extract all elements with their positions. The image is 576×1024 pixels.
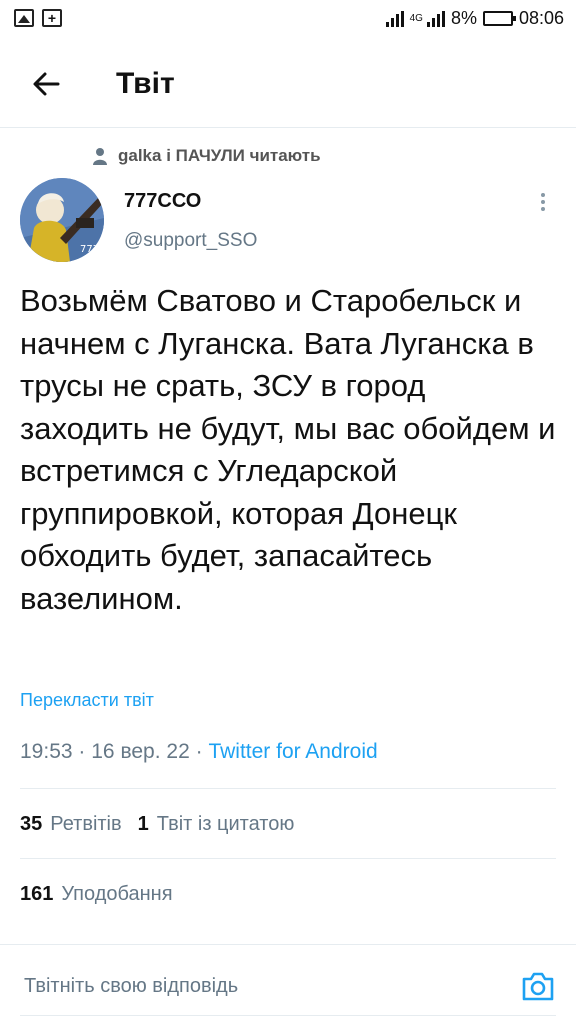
status-bar: + 4G 8% 08:06 <box>0 0 576 40</box>
add-notification-icon: + <box>42 9 62 27</box>
top-app-bar: Твіт <box>0 40 576 128</box>
tweet-date: 16 вер. 22 <box>91 740 190 763</box>
back-arrow-icon[interactable] <box>28 66 64 102</box>
author-avatar[interactable]: 777 <box>20 178 104 262</box>
author-handle[interactable]: @support_SSO <box>124 230 257 252</box>
camera-icon[interactable] <box>520 969 556 1003</box>
retweets-label: Ретвітів <box>50 813 122 835</box>
more-options-icon[interactable] <box>536 190 550 216</box>
battery-icon <box>482 11 516 26</box>
likes-count: 161 <box>20 883 54 905</box>
meta-separator: · <box>195 740 203 763</box>
meta-separator: · <box>78 740 86 763</box>
quotes-label: Твіт із цитатою <box>156 813 295 835</box>
battery-percent: 8% <box>450 8 477 28</box>
reply-underline <box>20 1015 556 1016</box>
status-time: 08:06 <box>518 8 564 28</box>
svg-text:777: 777 <box>80 244 99 255</box>
status-indicators: 4G 8% 08:06 <box>385 8 564 29</box>
gallery-notification-icon <box>14 9 34 27</box>
social-context-text: galka і ПАЧУЛИ читають <box>118 146 321 165</box>
divider <box>20 788 556 789</box>
reply-composer: Твітніть свою відповідь <box>0 944 576 1024</box>
tweet-source-link[interactable]: Twitter for Android <box>208 740 377 763</box>
likes-label: Уподобання <box>61 883 173 905</box>
notification-icons: + <box>14 9 62 27</box>
engagement-stats: 35 Ретвітів 1 Твіт із цитатою <box>20 813 294 836</box>
tweet-time: 19:53 <box>20 740 73 763</box>
network-type: 4G <box>409 13 423 24</box>
avatar-image: 777 <box>20 178 104 262</box>
translate-tweet-link[interactable]: Перекласти твіт <box>20 690 154 711</box>
reply-input[interactable]: Твітніть свою відповідь <box>24 975 238 998</box>
signal-icon <box>385 10 404 27</box>
social-context[interactable]: galka і ПАЧУЛИ читають <box>92 146 321 166</box>
likes-row: 161 Уподобання <box>20 883 173 906</box>
author-name[interactable]: 777ССО <box>124 190 201 213</box>
tweet-metadata: 19:53 · 16 вер. 22 · Twitter for Android <box>20 740 378 764</box>
quotes-count: 1 <box>137 813 149 835</box>
retweets-count: 35 <box>20 813 43 835</box>
page-title: Твіт <box>116 67 175 100</box>
likes-stat[interactable]: 161 Уподобання <box>20 883 173 906</box>
signal-icon-secondary <box>426 10 445 27</box>
retweets-stat[interactable]: 35 Ретвітів <box>20 813 122 836</box>
quotes-stat[interactable]: 1 Твіт із цитатою <box>138 813 295 836</box>
tweet-text: Возьмём Сватово и Старобельск и начнем с… <box>20 283 556 616</box>
person-icon <box>93 148 107 165</box>
divider <box>20 858 556 859</box>
